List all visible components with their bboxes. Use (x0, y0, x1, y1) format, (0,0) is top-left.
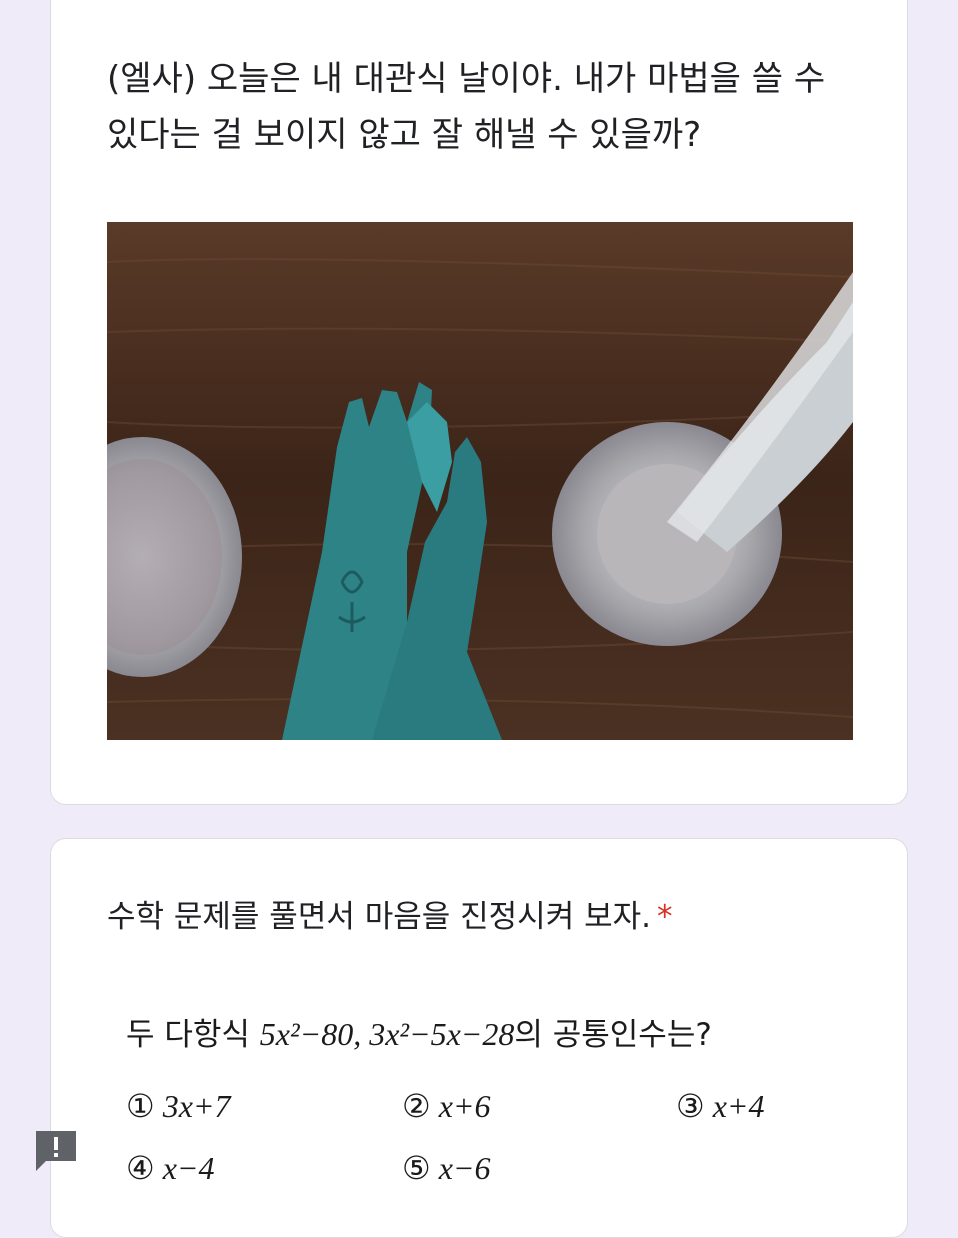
choice-5: ⑤ x−6 (402, 1150, 491, 1186)
required-mark: * (656, 899, 673, 935)
problem-expression: 5x²−80, 3x²−5x−28 (259, 1016, 515, 1052)
choice-4: ④ x−4 (126, 1150, 215, 1186)
report-issue-icon[interactable] (32, 1127, 80, 1173)
question-text: (엘사) 오늘은 내 대관식 날이야. 내가 마법을 쓸 수 있다는 걸 보이지 … (107, 59, 826, 155)
question-image (107, 222, 853, 740)
question-prompt: 수학 문제를 풀면서 마음을 진정시켜 보자. * (107, 899, 673, 935)
question-card-image: (엘사) 오늘은 내 대관식 날이야. 내가 마법을 쓸 수 있다는 걸 보이지 … (50, 0, 908, 805)
problem-statement: 두 다항식 5x²−80, 3x²−5x−28의 공통인수는? (126, 1016, 712, 1053)
question-card-math: 수학 문제를 풀면서 마음을 진정시켜 보자. * 두 다항식 5x²−80, 3… (50, 838, 908, 1238)
choice-2: ② x+6 (402, 1088, 491, 1124)
choice-1: ① 3x+7 (126, 1088, 231, 1124)
choice-3: ③ x+4 (676, 1088, 765, 1124)
